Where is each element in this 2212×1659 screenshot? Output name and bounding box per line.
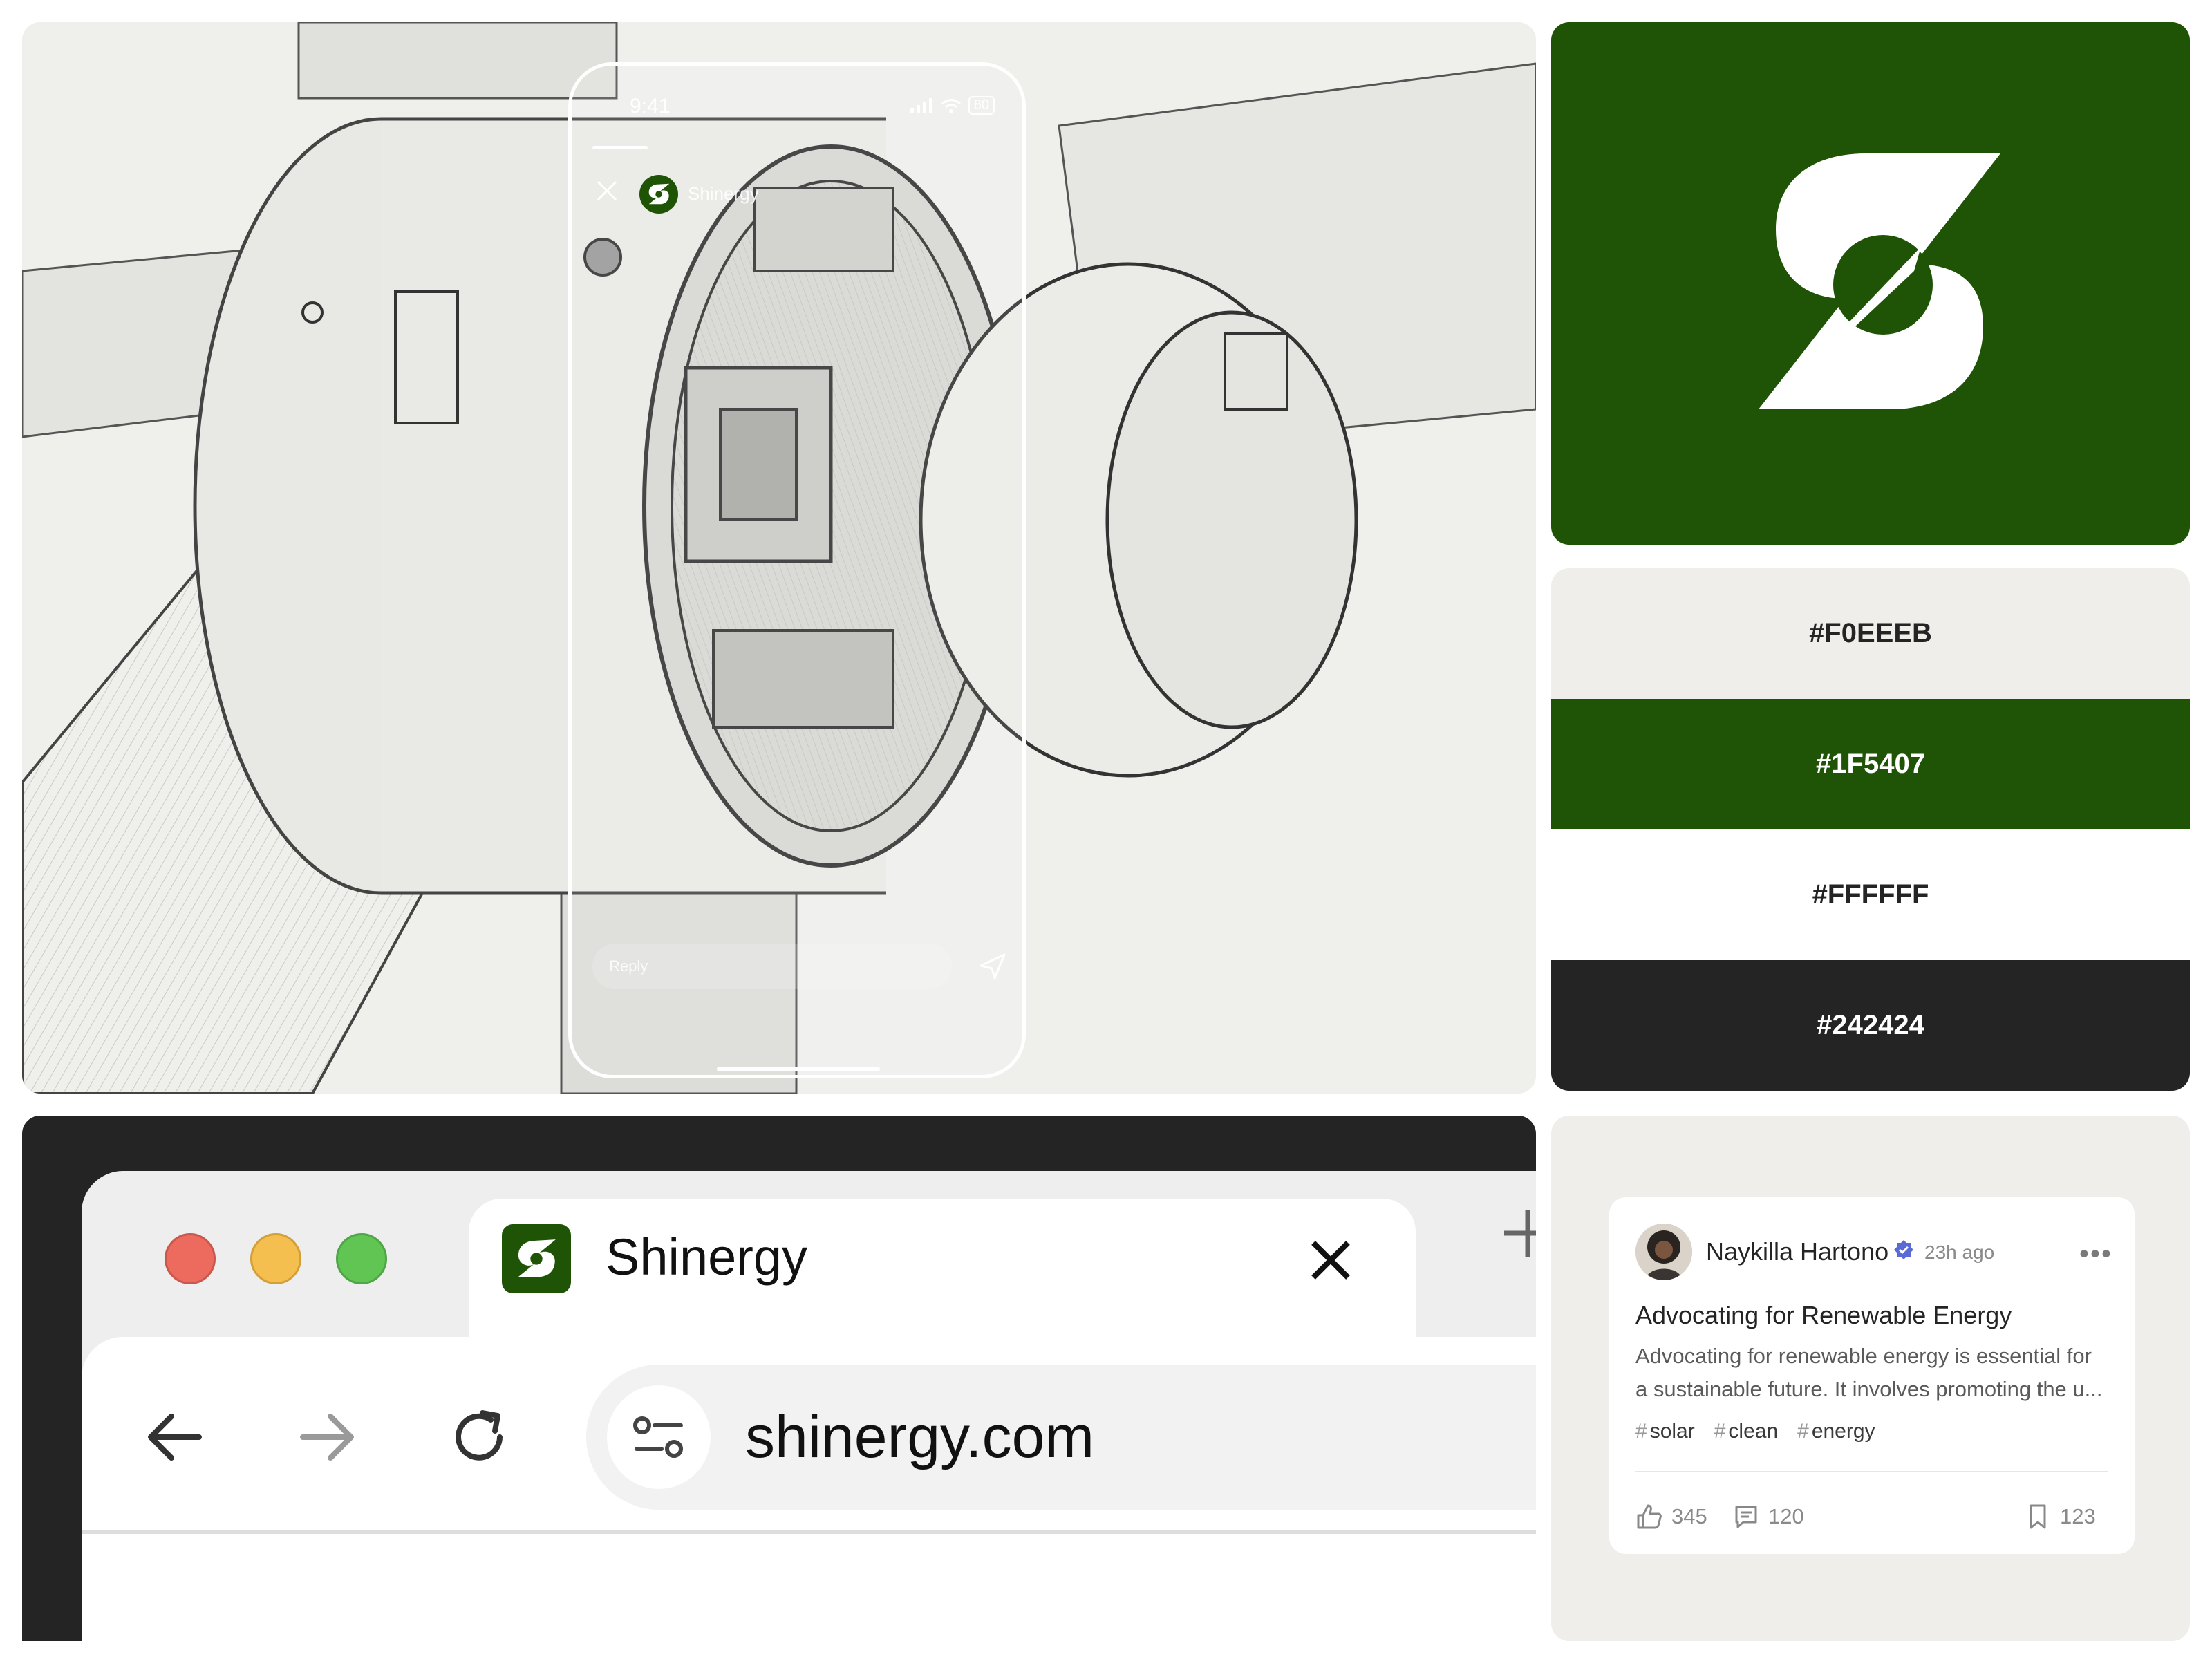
arrow-right-icon[interactable] [296,1406,358,1468]
card-divider [1635,1471,2108,1472]
address-bar[interactable]: shinergy.com [586,1365,1536,1510]
plus-icon[interactable] [1499,1204,1536,1262]
post-body: Advocating for renewable energy is essen… [1635,1344,2103,1401]
swatch-label: #FFFFFF [1812,879,1929,910]
like-count: 345 [1671,1504,1707,1528]
swatch-label: #1F5407 [1816,749,1925,779]
swatch-dark: #242424 [1551,960,2190,1091]
reload-icon[interactable] [448,1406,510,1468]
shinergy-s-logo-icon [648,183,670,205]
send-icon[interactable] [978,952,1007,981]
tab-title: Shinergy [606,1228,808,1286]
home-indicator [717,1067,880,1071]
shinergy-s-logo-icon [1759,153,2000,409]
post-time: 23h ago [1924,1241,1995,1263]
thumbs-up-icon [1637,1504,1662,1529]
post-title: Advocating for Renewable Energy [1635,1301,2012,1329]
signal-icon [910,97,932,113]
window-close-button[interactable] [165,1233,216,1284]
swatch-white: #FFFFFF [1551,830,2190,960]
browser-toolbar: shinergy.com [82,1337,1536,1641]
browser-tab[interactable]: Shinergy [469,1199,1416,1337]
tab-favicon [502,1224,571,1293]
swatch-label: #242424 [1817,1010,1924,1040]
arrow-left-icon[interactable] [144,1406,206,1468]
post-tags: # solar # clean # energy [1635,1420,1875,1443]
save-button[interactable]: 123 [2024,1503,2096,1530]
story-progress-bar [592,146,648,149]
wifi-icon [941,98,961,113]
toolbar-divider [82,1530,1536,1534]
site-controls-icon [633,1416,683,1458]
author-name[interactable]: Naykilla Hartono [1706,1237,1888,1266]
social-post-tile: Naykilla Hartono 23h ago ••• Advocating … [1551,1116,2190,1641]
tag-link[interactable]: # solar [1635,1420,1695,1443]
browser-mockup-tile: Shinergy shinergy.com [22,1116,1536,1641]
bookmark-icon [2030,1504,2046,1529]
comment-icon [1735,1506,1757,1528]
close-icon[interactable] [1305,1235,1356,1286]
tag-link[interactable]: # clean [1714,1420,1778,1443]
color-palette: #F0EEEB #1F5407 #FFFFFF #242424 [1551,568,2190,1091]
phone-status-bar: 80 [910,96,995,115]
battery-level: 80 [968,96,995,115]
window-maximize-button[interactable] [336,1233,387,1284]
story-reply-input[interactable]: Reply [592,944,952,989]
browser-window: Shinergy shinergy.com [82,1171,1536,1641]
reply-placeholder: Reply [609,957,648,975]
avatar[interactable] [1635,1224,1692,1280]
logo-tile [1551,22,2190,545]
swatch-label: #F0EEEB [1809,618,1932,648]
tag-link[interactable]: # energy [1797,1420,1875,1443]
swatch-green: #1F5407 [1551,699,2190,830]
save-count: 123 [2060,1504,2096,1528]
comment-count: 120 [1768,1504,1804,1528]
phone-time: 9:41 [630,95,671,118]
close-icon[interactable] [595,179,619,203]
turbine-photo-tile: 9:41 80 Shinergy Reply [22,22,1536,1094]
shinergy-s-logo-icon [518,1239,556,1277]
url-text[interactable]: shinergy.com [745,1400,1094,1474]
window-minimize-button[interactable] [250,1233,301,1284]
more-options-icon[interactable]: ••• [2079,1239,2112,1270]
comment-button[interactable]: 120 [1732,1503,1804,1530]
like-button[interactable]: 345 [1635,1503,1707,1530]
author-photo [1635,1224,1692,1280]
post-card[interactable]: Naykilla Hartono 23h ago ••• Advocating … [1609,1197,2135,1554]
swatch-cream: #F0EEEB [1551,568,2190,699]
verified-badge-icon [1894,1240,1913,1259]
phone-story-mockup: 9:41 80 Shinergy Reply [568,62,1026,1078]
story-avatar[interactable] [639,175,678,214]
story-account-name: Shinergy [688,183,759,204]
site-controls-button[interactable] [607,1385,711,1489]
